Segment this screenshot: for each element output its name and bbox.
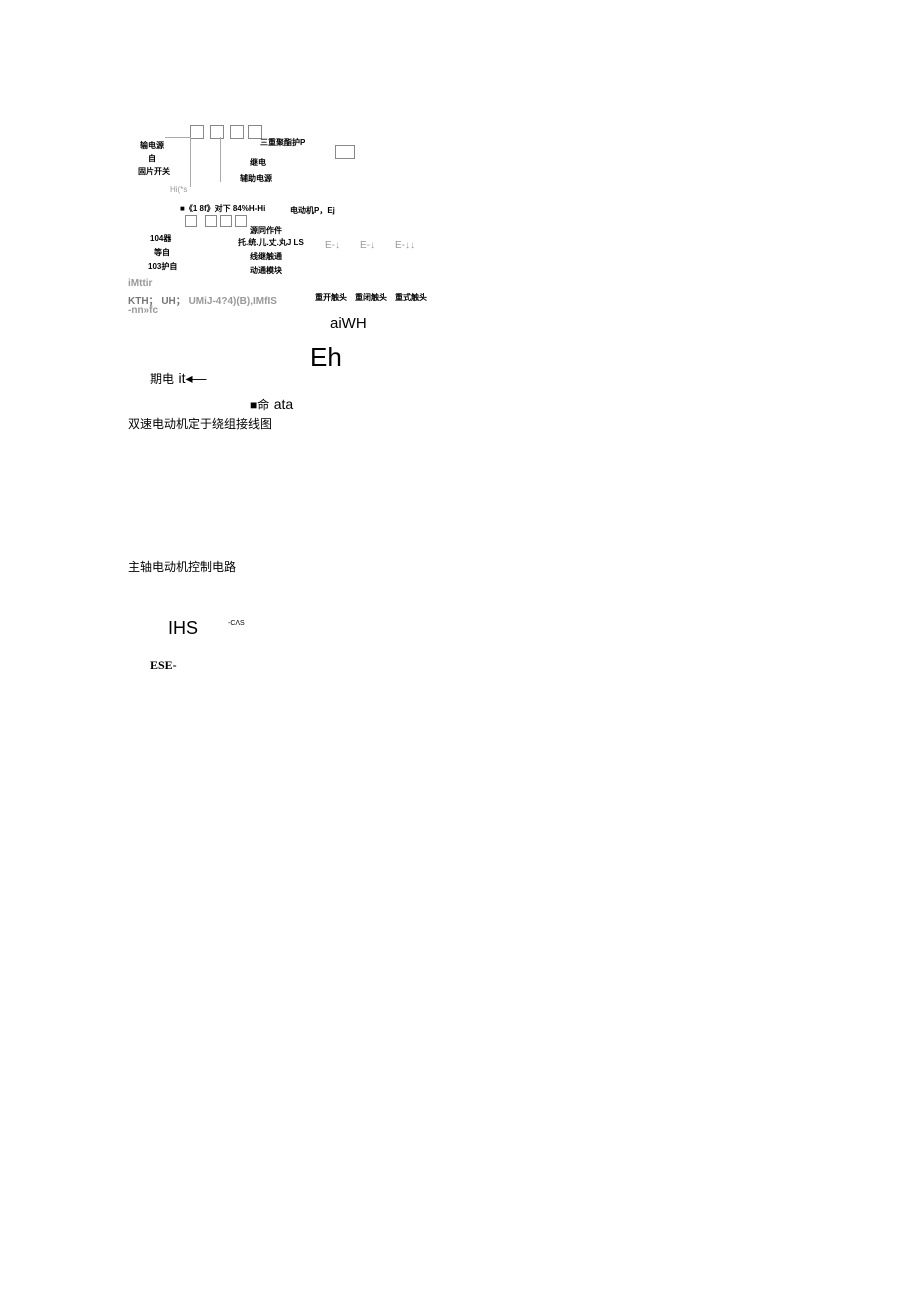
label-cluster3: 重式触头 <box>395 292 427 303</box>
label-cluster1: 重开触头 <box>315 292 347 303</box>
diagram-label: 103护自 <box>148 261 177 272</box>
circuit-diagram-upper: 输电源 自 固片开关 三重聚酯护P 继电 辅助电源 Hi(*s ■《1 8f》对… <box>130 115 450 305</box>
diagram-label: 动通模块 <box>250 265 282 276</box>
wire <box>190 137 191 187</box>
diagram-banner: ■《1 8f》对下 84%H-Hi <box>180 203 265 214</box>
block <box>230 125 244 139</box>
text-ese: ESE- <box>150 658 177 673</box>
text-ming-ata: ■命 ata <box>250 396 293 414</box>
contact-symbol: E-↓ <box>325 240 340 251</box>
block <box>210 125 224 139</box>
label-imttir: iMttir <box>128 278 152 289</box>
label-nnfc: -nn»fc <box>128 305 158 316</box>
text-cas: -CΛS <box>228 620 245 627</box>
diagram-label-gray: Hi(*s <box>170 185 187 194</box>
text-aiwh: aiWH <box>330 315 367 332</box>
block <box>335 145 355 159</box>
text-ming-prefix: ■命 <box>250 398 269 412</box>
block <box>235 215 247 227</box>
block <box>190 125 204 139</box>
caption-2: 主轴电动机控制电路 <box>128 558 236 575</box>
diagram-label: 辅助电源 <box>240 173 272 184</box>
text-qidian-it: 期电 it◂— <box>150 370 207 388</box>
diagram-label: 等自 <box>154 247 170 258</box>
label-kth-gray: UMiJ-4?4)(B),IMfIS <box>189 296 277 307</box>
diagram-label: 托.统.儿.丈.丸J LS <box>238 237 304 248</box>
diagram-label: 固片开关 <box>138 166 170 177</box>
diagram-label: 三重聚酯护P <box>260 137 305 148</box>
block <box>185 215 197 227</box>
label-cluster2: 重闭触头 <box>355 292 387 303</box>
diagram-label: 104器 <box>150 233 171 244</box>
block <box>205 215 217 227</box>
block <box>220 215 232 227</box>
diagram-label: 电动机P，Ej <box>290 205 335 216</box>
wire <box>165 137 190 138</box>
text-it-arrow: it◂— <box>178 370 206 386</box>
diagram-label: 自 <box>148 153 156 164</box>
text-qidian: 期电 <box>150 372 174 386</box>
caption-1: 双速电动机定于绕组接线图 <box>128 415 272 432</box>
wire <box>220 137 221 182</box>
contact-symbol: E-↓↓ <box>395 240 415 251</box>
diagram-label: 线继触通 <box>250 251 282 262</box>
text-ata: ata <box>274 396 293 412</box>
diagram-label: 输电源 <box>140 140 164 151</box>
text-ihs: IHS <box>168 618 198 639</box>
contact-symbol: E-↓ <box>360 240 375 251</box>
diagram-label: 源同作件 <box>250 225 282 236</box>
diagram-label: 继电 <box>250 157 266 168</box>
text-eh: Eh <box>310 342 342 373</box>
